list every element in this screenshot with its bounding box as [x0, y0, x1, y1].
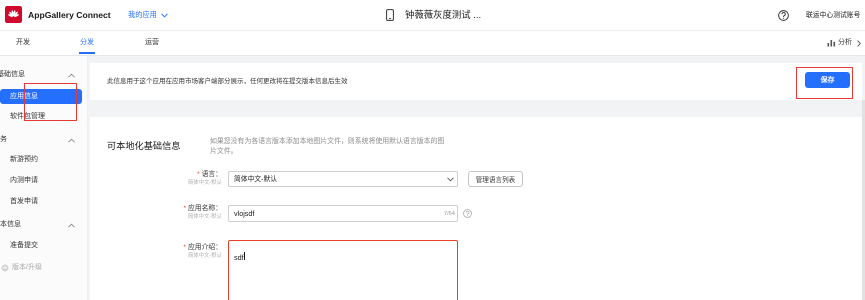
sidebar-group-services[interactable]: 务 [0, 135, 60, 145]
manage-languages-button[interactable]: 管理语言列表 [468, 171, 523, 187]
required-mark: * [183, 205, 187, 212]
chevron-up-icon[interactable] [68, 73, 75, 78]
app-name-label-text: 应用名称： [188, 205, 222, 212]
sidebar-item-version-upgrade: 版本/升级 [12, 264, 42, 271]
app-intro-label: * 应用介绍： 简体中文-默认 [130, 243, 222, 260]
section-description: 如果您没有为各语言版本添加本地图片文件，则系统将使用默认语言版本的图片文件。 [210, 138, 445, 155]
app-name-label: * 应用名称： 简体中文-默认 [130, 204, 222, 221]
chevron-down-icon [447, 177, 454, 182]
analysis-link[interactable]: 分析 [838, 38, 852, 48]
localized-info-card: 可本地化基础信息 如果您没有为各语言版本添加本地图片文件，则系统将使用默认语言版… [90, 117, 862, 300]
notice-text: 此信息用于这个应用在应用市场客户端部分展示，任何更改将在提交版本信息后生效 [107, 78, 348, 85]
top-header: AppGallery Connect 我的应用 钟薇薇灰度测试 ... 联运中心… [0, 0, 865, 31]
app-intro-value: sdf [234, 253, 244, 262]
app-name-label-sub: 简体中文-默认 [187, 214, 222, 220]
required-mark: * [183, 244, 187, 251]
huawei-logo[interactable] [5, 6, 22, 23]
sidebar-item-app-info[interactable]: 应用信息 [0, 89, 82, 104]
language-label: * 语言： 简体中文-默认 [130, 170, 222, 187]
app-intro-label-sub: 简体中文-默认 [187, 253, 222, 259]
notice-bar: 此信息用于这个应用在应用市场客户端部分展示，任何更改将在提交版本信息后生效 保存 [90, 63, 862, 100]
tab-distribute[interactable]: 分发 [80, 38, 94, 48]
active-tab-indicator [79, 52, 95, 54]
sidebar: 基础信息 应用信息 软件包管理 务 新游预约 内测申请 首发申请 本信息 准备提… [0, 56, 88, 300]
char-counter: 7/64 [444, 211, 455, 217]
upgrade-icon [1, 264, 9, 272]
sidebar-item-first-release[interactable]: 首发申请 [10, 197, 38, 207]
language-label-text: 语言： [201, 171, 222, 178]
chevron-up-icon[interactable] [68, 223, 75, 228]
language-select-value: 简体中文-默认 [234, 176, 278, 183]
app-name-input[interactable] [228, 205, 458, 222]
sidebar-item-prepare-submission[interactable]: 准备提交 [10, 241, 38, 251]
current-app-selector[interactable]: 钟薇薇灰度测试 ... [405, 9, 481, 21]
app-intro-textarea[interactable]: sdf [228, 240, 458, 300]
account-name[interactable]: 联运中心测试账号 [806, 11, 860, 20]
language-select[interactable]: 简体中文-默认 [228, 171, 458, 187]
section-title: 可本地化基础信息 [107, 141, 181, 151]
chevron-down-icon[interactable] [161, 13, 168, 18]
app-intro-label-text: 应用介绍： [188, 244, 222, 251]
tab-operate[interactable]: 运营 [145, 38, 159, 48]
phone-icon [386, 9, 394, 21]
chevron-right-icon[interactable] [857, 40, 861, 47]
sidebar-item-beta-application[interactable]: 内测申请 [10, 176, 38, 186]
language-label-sub: 简体中文-默认 [187, 180, 222, 186]
sidebar-group-basic-info[interactable]: 基础信息 [0, 70, 60, 80]
sidebar-item-pre-registration[interactable]: 新游预约 [10, 155, 38, 165]
tab-bar: 开发 分发 运营 分析 [0, 31, 865, 56]
analysis-icon[interactable] [827, 39, 836, 47]
save-button[interactable]: 保存 [805, 72, 850, 88]
chevron-up-icon[interactable] [68, 138, 75, 143]
my-apps-menu[interactable]: 我的应用 [128, 10, 157, 20]
sidebar-item-package-management[interactable]: 软件包管理 [10, 112, 45, 122]
help-icon[interactable] [778, 10, 789, 21]
brand-title[interactable]: AppGallery Connect [28, 9, 111, 21]
sidebar-group-version-info[interactable]: 本信息 [0, 220, 60, 230]
text-cursor [244, 251, 246, 260]
tab-develop[interactable]: 开发 [16, 38, 30, 48]
required-mark: * [196, 171, 200, 178]
help-icon[interactable] [463, 209, 472, 218]
